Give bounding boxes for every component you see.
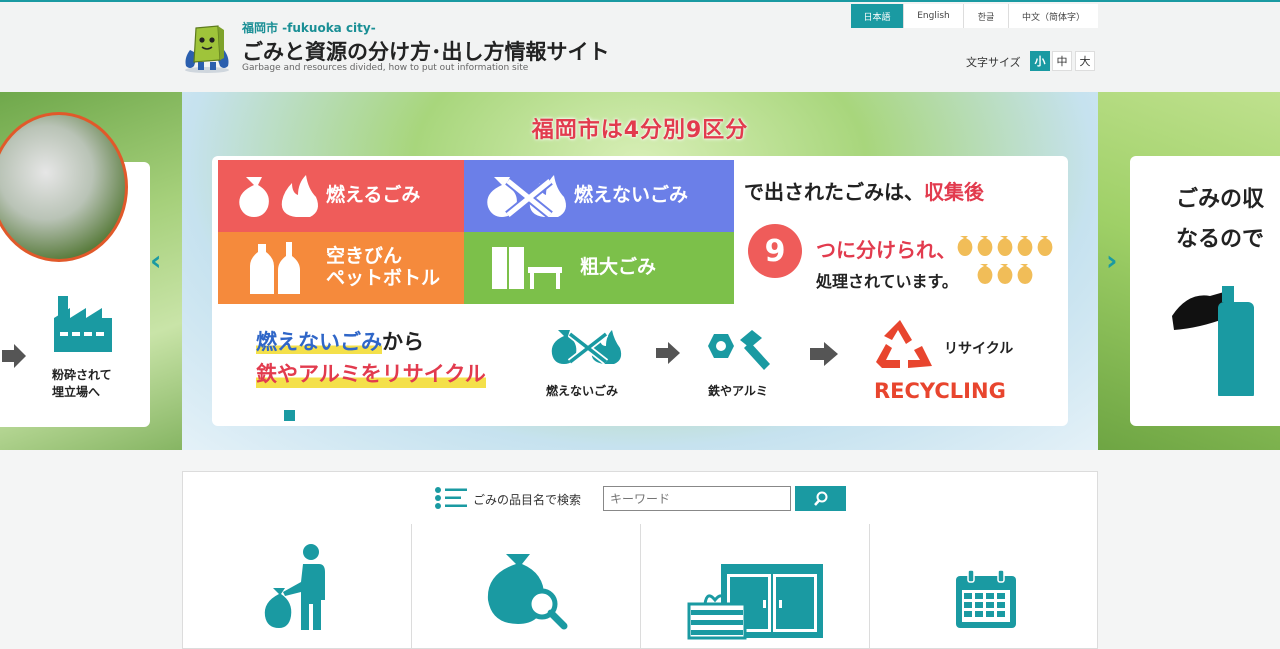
non-burnable-icon xyxy=(487,175,566,219)
category-collection-calendar[interactable] xyxy=(870,524,1099,649)
lang-chinese[interactable]: 中文（简体字） xyxy=(1008,4,1098,28)
brand-city: 福岡市 -fukuoka city- xyxy=(242,21,376,35)
category-search-by-item[interactable] xyxy=(412,524,641,649)
slide-dot-1[interactable] xyxy=(212,410,223,421)
divided-text: つに分けられ、 xyxy=(816,238,957,262)
tile-bottles-label-1: 空きびん xyxy=(326,245,403,268)
nine-bags-icon xyxy=(957,236,1053,284)
hero-slider: 粉砕されて 埋立場へ 福岡市は4分別9区分 燃えるごみ 燃えないごみ 空きびん … xyxy=(0,92,1280,450)
burnable-bag-fire-icon xyxy=(239,175,318,217)
brand-title: ごみと資源の分け方･出し方情報サイト xyxy=(242,40,610,64)
search-label: ごみの品目名で検索 xyxy=(473,493,582,507)
furniture-icon xyxy=(492,247,562,289)
furniture-and-books-icon xyxy=(687,564,823,640)
slide-panel: 燃えるごみ 燃えないごみ 空きびん ペットボトル 粗大ごみ で出されたごみは、収… xyxy=(212,156,1068,426)
category-oversized[interactable] xyxy=(641,524,870,649)
step-non-burnable-label: 燃えないごみ xyxy=(546,384,619,398)
nine-badge: 9 xyxy=(748,224,802,278)
factory-icon xyxy=(54,296,112,352)
font-size-small-button[interactable]: 小 xyxy=(1030,51,1050,71)
spray-can-icon xyxy=(1172,286,1254,396)
arrow-right-icon xyxy=(2,344,26,368)
next-slide-card: ごみの収 なるので xyxy=(1130,156,1280,426)
tile-non-burnable-label: 燃えないごみ xyxy=(574,184,689,207)
lang-japanese[interactable]: 日本語 xyxy=(851,4,903,28)
tile-bottles-label-2: ペットボトル xyxy=(326,267,441,289)
search-button[interactable] xyxy=(795,486,846,511)
search-icon xyxy=(813,491,827,506)
arrow-right-icon xyxy=(656,342,680,364)
mascot-logo-icon xyxy=(185,25,229,73)
current-slide[interactable]: 福岡市は4分別9区分 燃えるごみ 燃えないごみ 空きびん ペットボトル 粗大ごみ… xyxy=(182,92,1098,450)
person-throwing-bag-icon xyxy=(264,544,325,630)
collected-text: で出されたごみは、収集後 xyxy=(744,180,984,204)
site-header: 福岡市 -fukuoka city- ごみと資源の分け方･出し方情報サイト Ga… xyxy=(0,2,1280,92)
recycling-word: RECYCLING xyxy=(874,379,1006,403)
recycle-icon xyxy=(876,320,932,368)
bottles-icon xyxy=(250,242,300,294)
category-how-to-dispose[interactable] xyxy=(183,524,412,649)
tile-oversized: 粗大ごみ xyxy=(464,232,734,304)
bag-search-icon xyxy=(487,554,568,630)
slider-prev-button[interactable]: ‹ xyxy=(150,244,162,277)
site-logo[interactable]: 福岡市 -fukuoka city- ごみと資源の分け方･出し方情報サイト Ga… xyxy=(180,18,610,78)
lang-korean[interactable]: 한글 xyxy=(963,4,1008,28)
recycle-line-1: 燃えないごみから xyxy=(256,330,424,354)
font-size-medium-button[interactable]: 中 xyxy=(1052,51,1072,71)
tile-oversized-label: 粗大ごみ xyxy=(580,256,657,279)
arrow-right-icon xyxy=(810,342,838,366)
font-size-large-button[interactable]: 大 xyxy=(1075,51,1095,71)
tile-non-burnable: 燃えないごみ xyxy=(464,160,734,232)
lang-english[interactable]: English xyxy=(903,4,963,28)
step-metal-label: 鉄やアルミ xyxy=(708,384,768,398)
step-recycle-label: リサイクル xyxy=(944,341,1014,357)
calendar-icon xyxy=(956,569,1016,628)
processed-text: 処理されています。 xyxy=(816,272,958,291)
left-caption-2: 埋立場へ xyxy=(52,384,101,399)
font-size-label: 文字サイズ xyxy=(966,56,1021,69)
brand-subtitle: Garbage and resources divided, how to pu… xyxy=(242,63,529,73)
recycle-line-2: 鉄やアルミをリサイクル xyxy=(256,358,486,388)
non-burnable-small-icon xyxy=(551,330,622,365)
right-caption-1: ごみの収 xyxy=(1176,187,1265,212)
bolt-nut-icon xyxy=(708,330,770,370)
category-menu xyxy=(182,524,1098,649)
tile-bottles: 空きびん ペットボトル xyxy=(218,232,464,304)
slider-next-button[interactable]: › xyxy=(1106,244,1118,277)
keyword-search-bar: ごみの品目名で検索 xyxy=(182,471,1098,525)
tile-burnable: 燃えるごみ xyxy=(218,160,464,232)
tile-burnable-label: 燃えるごみ xyxy=(326,184,421,207)
slide-title: 福岡市は4分別9区分 xyxy=(531,118,749,143)
slide-dot-2[interactable] xyxy=(284,410,295,421)
right-caption-2: なるので xyxy=(1176,226,1265,252)
list-icon xyxy=(435,487,467,509)
search-input[interactable] xyxy=(603,486,791,511)
left-caption-1: 粉砕されて xyxy=(52,368,112,382)
